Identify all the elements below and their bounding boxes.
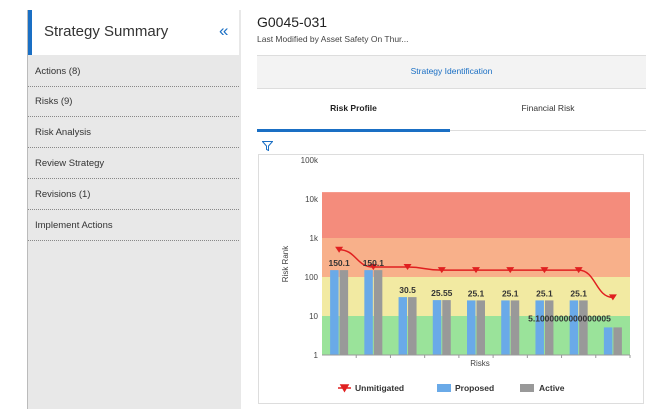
active-bar: [510, 300, 520, 355]
risk-profile-chart: 1 10 100 1k 10k 100k 150.1 150.1 30.5 25.55 25.1 2…: [281, 156, 631, 393]
proposed-bar: [398, 297, 408, 355]
legend-proposed-swatch: [437, 384, 451, 392]
sidebar-title: Strategy Summary: [44, 23, 169, 40]
x-axis-title: Risks: [470, 359, 490, 368]
proposed-bar: [569, 300, 579, 355]
record-subtitle: Last Modified by Asset Safety On Thur...: [257, 34, 409, 44]
tab-risk-profile[interactable]: Risk Profile: [257, 103, 450, 131]
active-tab-indicator: [257, 129, 450, 132]
data-label: 25.1: [502, 288, 519, 298]
legend-unmitigated-swatch: [338, 384, 351, 393]
y-tick-label: 100: [305, 273, 319, 282]
collapse-sidebar-icon[interactable]: «: [219, 21, 228, 41]
y-tick-label: 10: [309, 312, 318, 321]
sidebar-item-actions[interactable]: Actions (8): [28, 57, 239, 87]
sidebar-item-label: Risks (9): [35, 96, 73, 107]
data-label: 150.1: [328, 258, 350, 268]
sidebar-item-risks[interactable]: Risks (9): [28, 87, 239, 117]
proposed-bar: [467, 300, 476, 355]
data-label: 25.1: [570, 288, 587, 298]
active-bar: [373, 270, 383, 355]
data-label: 30.5: [399, 285, 416, 295]
sidebar-item-label: Implement Actions: [35, 220, 113, 231]
risk-band-3: [322, 192, 630, 238]
legend-active-swatch: [520, 384, 534, 392]
data-label: 25.1: [536, 288, 553, 298]
y-axis-ticks: 1 10 100 1k 10k 100k: [301, 156, 319, 360]
sidebar-item-implement-actions[interactable]: Implement Actions: [28, 211, 239, 241]
proposed-bar: [603, 327, 613, 355]
active-bar: [476, 300, 485, 355]
active-bar: [442, 300, 451, 355]
y-tick-label: 10k: [305, 195, 319, 204]
y-tick-label: 100k: [301, 156, 319, 165]
active-bar: [339, 270, 349, 355]
proposed-bar: [364, 270, 373, 355]
proposed-bar: [501, 300, 510, 355]
y-tick-label: 1k: [310, 234, 319, 243]
sidebar-item-label: Revisions (1): [35, 189, 91, 200]
data-label: 5.1000000000000005: [528, 313, 611, 323]
sidebar-item-label: Actions (8): [35, 66, 81, 77]
legend: Unmitigated Proposed Active: [338, 383, 565, 393]
proposed-bar: [330, 270, 339, 355]
sidebar-item-risk-analysis[interactable]: Risk Analysis: [28, 118, 239, 148]
data-label: 150.1: [363, 258, 385, 268]
y-tick-label: 1: [314, 351, 319, 360]
strategy-identification-label: Strategy Identification: [410, 66, 493, 76]
active-bar: [544, 300, 554, 355]
sidebar-item-label: Review Strategy: [35, 158, 105, 169]
active-bar: [408, 297, 417, 355]
sidebar: Strategy Summary « Actions (8) Risks (9)…: [27, 10, 241, 409]
proposed-bar: [535, 300, 544, 355]
tab-financial-risk[interactable]: Financial Risk: [450, 103, 646, 131]
legend-unmitigated-label: Unmitigated: [355, 383, 404, 393]
data-label: 25.55: [431, 288, 453, 298]
record-title: G0045-031: [257, 14, 328, 30]
active-bar: [613, 327, 622, 355]
legend-proposed-label: Proposed: [455, 383, 494, 393]
active-bar: [579, 300, 588, 355]
sidebar-item-label: Risk Analysis: [35, 127, 91, 138]
sidebar-header: Strategy Summary «: [28, 10, 239, 55]
legend-active-label: Active: [539, 383, 565, 393]
sidebar-item-review-strategy[interactable]: Review Strategy: [28, 149, 239, 179]
y-axis-title: Risk Rank: [281, 245, 290, 282]
proposed-bar: [432, 300, 442, 355]
sidebar-item-revisions[interactable]: Revisions (1): [28, 180, 239, 210]
data-label: 25.1: [468, 288, 485, 298]
strategy-identification-bar[interactable]: Strategy Identification: [257, 55, 646, 89]
